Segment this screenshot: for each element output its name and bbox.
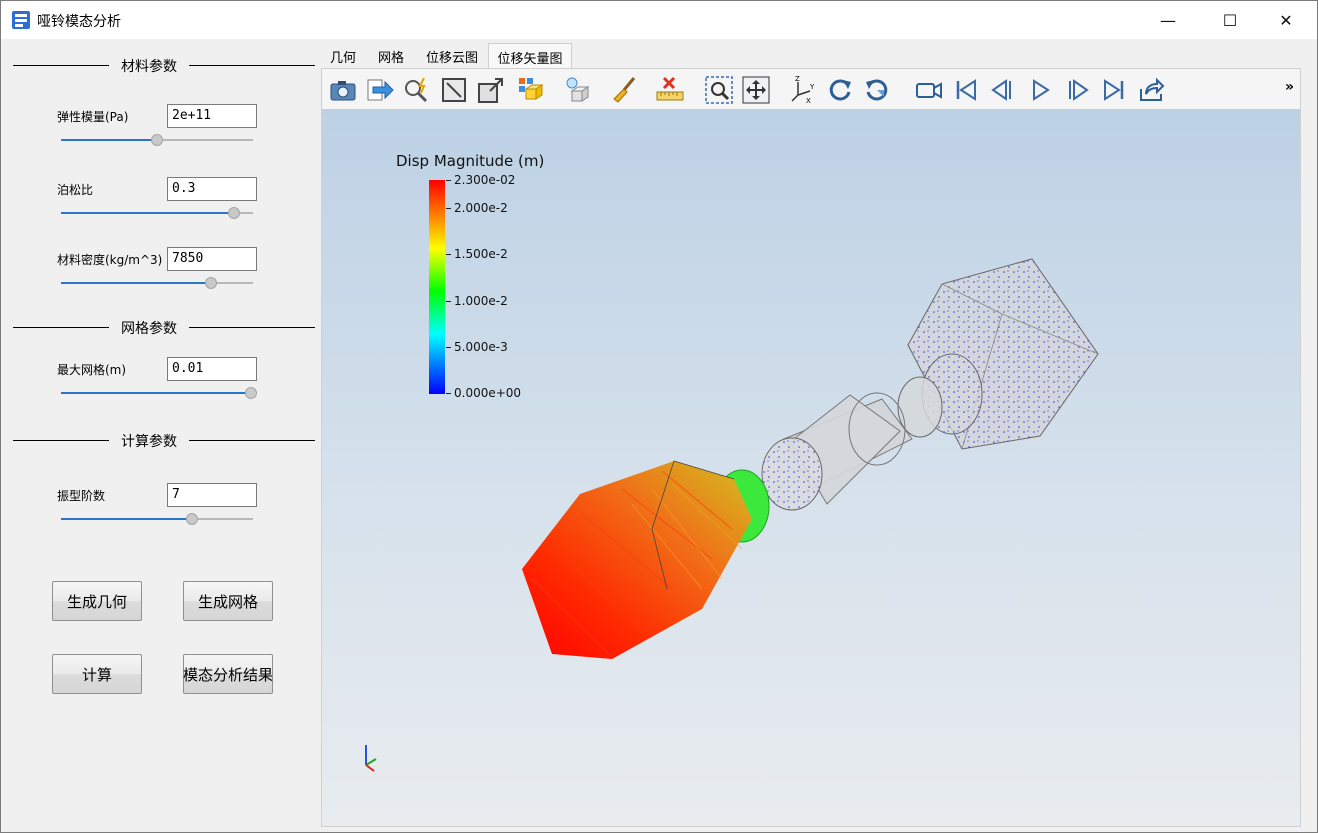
rotate-ccw-icon[interactable] bbox=[862, 75, 892, 105]
legend-tick bbox=[446, 180, 451, 181]
minimize-button[interactable]: — bbox=[1145, 1, 1191, 39]
divider bbox=[189, 65, 315, 66]
material-section-header: 材料参数 bbox=[13, 55, 315, 75]
light-bulb-icon[interactable] bbox=[564, 75, 594, 105]
close-button[interactable]: ✕ bbox=[1263, 1, 1309, 39]
ruler-clear-icon[interactable] bbox=[655, 75, 685, 105]
slider-handle[interactable] bbox=[245, 387, 257, 399]
legend-label-min: 0.000e+00 bbox=[454, 386, 522, 400]
tab-geometry[interactable]: 几何 bbox=[321, 43, 365, 69]
camera-record-icon[interactable] bbox=[914, 75, 944, 105]
next-frame-icon[interactable] bbox=[1062, 75, 1092, 105]
toolbar-overflow-button[interactable]: » bbox=[1285, 79, 1294, 95]
divider bbox=[13, 65, 109, 66]
box-select-icon[interactable] bbox=[516, 75, 546, 105]
legend-tick bbox=[446, 254, 451, 255]
modal-results-button[interactable]: 模态分析结果 bbox=[183, 654, 273, 694]
max-mesh-input[interactable]: 0.01 bbox=[167, 357, 257, 381]
mode-count-slider[interactable] bbox=[61, 512, 253, 526]
rotate-cw-icon[interactable] bbox=[825, 75, 855, 105]
legend-label: 2.000e-2 bbox=[454, 201, 508, 215]
legend-tick bbox=[446, 208, 451, 209]
legend-label: 1.000e-2 bbox=[454, 294, 508, 308]
zoom-box-icon[interactable] bbox=[704, 75, 734, 105]
slider-handle[interactable] bbox=[151, 134, 163, 146]
parameter-panel: 材料参数 弹性模量(Pa) 2e+11 泊松比 0.3 材料密度(kg/m^3)… bbox=[1, 39, 319, 832]
first-frame-icon[interactable] bbox=[951, 75, 981, 105]
app-window: 哑铃模态分析 — ☐ ✕ 材料参数 弹性模量(Pa) 2e+11 泊松比 0.3… bbox=[0, 0, 1318, 833]
generate-mesh-button[interactable]: 生成网格 bbox=[183, 581, 273, 621]
density-input[interactable]: 7850 bbox=[167, 247, 257, 271]
legend-tick bbox=[446, 347, 451, 348]
divider bbox=[189, 327, 315, 328]
app-icon bbox=[11, 10, 31, 30]
legend-tick bbox=[446, 301, 451, 302]
calculate-button[interactable]: 计算 bbox=[52, 654, 142, 694]
poisson-ratio-label: 泊松比 bbox=[57, 183, 94, 197]
calc-section-header: 计算参数 bbox=[13, 430, 315, 450]
max-mesh-label: 最大网格(m) bbox=[57, 363, 127, 377]
divider bbox=[189, 440, 315, 441]
resize-icon[interactable] bbox=[476, 75, 506, 105]
legend-label: 5.000e-3 bbox=[454, 340, 508, 354]
legend-tick bbox=[446, 393, 451, 394]
tab-displacement-vector[interactable]: 位移矢量图 bbox=[488, 43, 572, 69]
slider-handle[interactable] bbox=[186, 513, 198, 525]
color-scale-bar bbox=[429, 180, 445, 394]
tab-displacement-contour[interactable]: 位移云图 bbox=[417, 43, 487, 69]
camera-icon[interactable] bbox=[328, 75, 358, 105]
window-title: 哑铃模态分析 bbox=[37, 14, 121, 30]
prev-frame-icon[interactable] bbox=[988, 75, 1018, 105]
legend-label: 1.500e-2 bbox=[454, 247, 508, 261]
density-label: 材料密度(kg/m^3) bbox=[57, 253, 163, 267]
elastic-modulus-input[interactable]: 2e+11 bbox=[167, 104, 257, 128]
slider-handle[interactable] bbox=[205, 277, 217, 289]
material-section-title: 材料参数 bbox=[121, 59, 177, 75]
legend-title: Disp Magnitude (m) bbox=[396, 152, 545, 170]
poisson-ratio-input[interactable]: 0.3 bbox=[167, 177, 257, 201]
svg-text:Y: Y bbox=[809, 83, 815, 91]
calc-section-title: 计算参数 bbox=[121, 434, 177, 450]
share-icon[interactable] bbox=[1136, 75, 1166, 105]
generate-geometry-button[interactable]: 生成几何 bbox=[52, 581, 142, 621]
last-frame-icon[interactable] bbox=[1099, 75, 1129, 105]
zoom-auto-icon[interactable] bbox=[402, 75, 432, 105]
divider bbox=[13, 440, 109, 441]
orientation-axes-icon bbox=[352, 739, 382, 775]
axes-orientation-icon[interactable]: Z YX bbox=[788, 75, 818, 105]
reset-view-icon[interactable] bbox=[439, 75, 469, 105]
elastic-modulus-slider[interactable] bbox=[61, 133, 253, 147]
tab-mesh[interactable]: 网格 bbox=[367, 43, 415, 69]
dumbbell-model bbox=[522, 258, 1099, 659]
divider bbox=[13, 327, 109, 328]
svg-text:Z: Z bbox=[795, 75, 800, 83]
pan-icon[interactable] bbox=[741, 75, 771, 105]
3d-viewport[interactable]: Disp Magnitude (m) 2.300e-02 2.000e-2 1.… bbox=[322, 109, 1300, 826]
render-view: Z YX » Disp Magnitude (m) 2.300e-02 2.000… bbox=[321, 68, 1301, 827]
play-icon[interactable] bbox=[1025, 75, 1055, 105]
elastic-modulus-label: 弹性模量(Pa) bbox=[57, 110, 129, 124]
mesh-section-header: 网格参数 bbox=[13, 317, 315, 337]
mesh-section-title: 网格参数 bbox=[121, 321, 177, 337]
mode-count-label: 振型阶数 bbox=[57, 489, 106, 503]
density-slider[interactable] bbox=[61, 276, 253, 290]
poisson-ratio-slider[interactable] bbox=[61, 206, 253, 220]
mode-count-input[interactable]: 7 bbox=[167, 483, 257, 507]
brush-icon[interactable] bbox=[610, 75, 640, 105]
maximize-button[interactable]: ☐ bbox=[1207, 1, 1253, 39]
svg-text:X: X bbox=[806, 97, 811, 105]
slider-handle[interactable] bbox=[228, 207, 240, 219]
max-mesh-slider[interactable] bbox=[61, 386, 257, 400]
title-bar: 哑铃模态分析 — ☐ ✕ bbox=[1, 1, 1317, 39]
legend-label-max: 2.300e-02 bbox=[454, 173, 516, 187]
export-arrow-icon[interactable] bbox=[365, 75, 395, 105]
view-toolbar: Z YX » bbox=[322, 69, 1300, 109]
